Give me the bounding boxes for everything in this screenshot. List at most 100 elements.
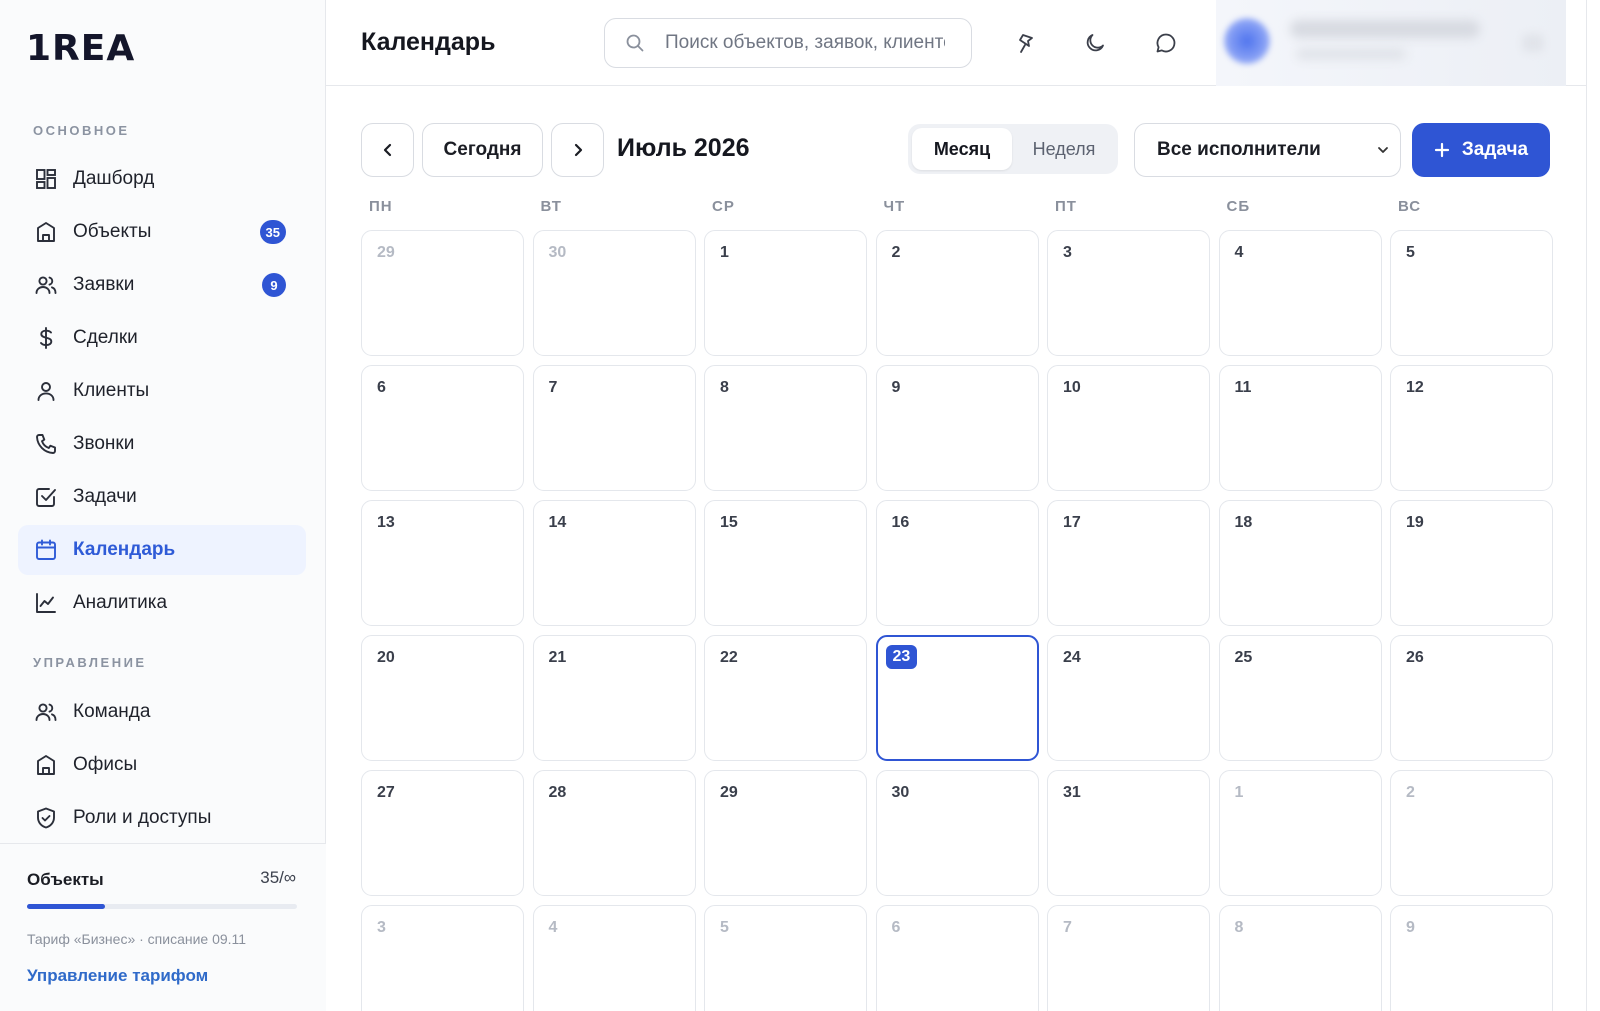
day-cell[interactable]: 28 (532, 770, 696, 896)
sidebar-item-admin-1[interactable]: Офисы (18, 740, 306, 790)
day-number: 31 (1063, 784, 1081, 801)
moon-icon[interactable] (1082, 30, 1108, 56)
day-cell[interactable]: 30 (532, 230, 696, 356)
day-cell[interactable]: 18 (1218, 500, 1382, 626)
count-badge: 9 (262, 273, 286, 297)
day-number: 26 (1406, 649, 1424, 666)
day-cell[interactable]: 31 (1047, 770, 1210, 896)
calendar-main: Сегодня Июль 2026 Месяц Неделя Все испол… (326, 86, 1586, 1011)
manage-plan-link[interactable]: Управление тарифом (27, 966, 208, 986)
day-cell[interactable]: 12 (1390, 365, 1553, 491)
day-cell[interactable]: 3 (1047, 230, 1210, 356)
day-number: 5 (720, 919, 729, 936)
page-title: Календарь (361, 28, 496, 56)
sidebar-item-label: Клиенты (73, 380, 150, 401)
sidebar-item-main-7[interactable]: Календарь (18, 525, 306, 575)
user-role-redacted (1296, 48, 1406, 60)
day-cell[interactable]: 8 (704, 365, 867, 491)
checkbox-icon (33, 484, 59, 510)
sidebar-item-main-3[interactable]: Сделки (18, 313, 306, 363)
day-cell[interactable]: 19 (1390, 500, 1553, 626)
building-icon (33, 219, 59, 245)
day-cell[interactable]: 10 (1047, 365, 1210, 491)
day-cell[interactable]: 6 (361, 365, 524, 491)
day-cell[interactable]: 29 (704, 770, 867, 896)
prev-month-button[interactable] (361, 123, 414, 177)
sidebar-item-main-2[interactable]: Заявки 9 (18, 260, 306, 310)
day-cell[interactable]: 4 (1218, 230, 1382, 356)
day-cell-today[interactable]: 23 (875, 635, 1039, 761)
pin-icon[interactable] (1012, 30, 1038, 56)
sidebar-item-main-6[interactable]: Задачи (18, 472, 306, 522)
day-cell[interactable]: 2 (875, 230, 1039, 356)
view-option-month[interactable]: Месяц (912, 128, 1012, 170)
day-cell[interactable]: 17 (1047, 500, 1210, 626)
sidebar-item-main-1[interactable]: Объекты 35 (18, 207, 306, 257)
day-cell[interactable]: 16 (875, 500, 1039, 626)
assignee-filter-value: Все исполнители (1157, 139, 1321, 160)
day-cell[interactable]: 9 (1390, 905, 1553, 1011)
day-number: 22 (720, 649, 738, 666)
user-menu[interactable] (1216, 0, 1566, 86)
day-cell[interactable]: 8 (1218, 905, 1382, 1011)
day-cell[interactable]: 5 (704, 905, 867, 1011)
sidebar-item-admin-0[interactable]: Команда (18, 687, 306, 737)
day-number: 12 (1406, 379, 1424, 396)
day-cell[interactable]: 21 (532, 635, 696, 761)
app-logo[interactable]: 1REA (26, 28, 135, 69)
view-option-week[interactable]: Неделя (1012, 128, 1116, 170)
day-number: 29 (720, 784, 738, 801)
day-cell[interactable]: 11 (1218, 365, 1382, 491)
day-number: 30 (548, 244, 567, 261)
day-cell[interactable]: 7 (532, 365, 696, 491)
search-input[interactable] (665, 32, 945, 54)
day-cell[interactable]: 26 (1390, 635, 1553, 761)
sidebar-item-main-4[interactable]: Клиенты (18, 366, 306, 416)
day-cell[interactable]: 27 (361, 770, 524, 896)
day-cell[interactable]: 6 (875, 905, 1039, 1011)
day-number: 8 (1234, 919, 1244, 936)
day-cell[interactable]: 20 (361, 635, 524, 761)
dashboard-icon (33, 166, 59, 192)
day-number: 19 (1406, 514, 1424, 531)
assignee-filter-select[interactable]: Все исполнители (1134, 123, 1401, 177)
add-task-button[interactable]: Задача (1412, 123, 1550, 177)
weekday-label: ЧТ (883, 198, 906, 215)
day-number: 7 (548, 379, 558, 396)
weekday-label: СБ (1226, 198, 1251, 215)
day-number: 2 (1406, 784, 1415, 801)
chat-icon[interactable] (1153, 30, 1179, 56)
day-cell[interactable]: 30 (875, 770, 1039, 896)
day-number: 8 (720, 379, 729, 396)
page-scrollbar[interactable] (1586, 0, 1600, 1011)
day-cell[interactable]: 29 (361, 230, 524, 356)
sidebar-item-admin-2[interactable]: Роли и доступы (18, 793, 306, 843)
section-label-admin: УПРАВЛЕНИЕ (33, 655, 147, 670)
search-box[interactable] (604, 18, 972, 68)
sidebar-nav-main: Дашборд Объекты 35 Заявки 9 Сделки Клиенты Звон… (18, 154, 306, 631)
sidebar-item-main-0[interactable]: Дашборд (18, 154, 306, 204)
section-label-main: ОСНОВНОЕ (33, 123, 130, 138)
day-number: 28 (548, 784, 567, 801)
day-cell[interactable]: 9 (875, 365, 1039, 491)
day-cell[interactable]: 1 (1218, 770, 1382, 896)
day-cell[interactable]: 13 (361, 500, 524, 626)
today-button[interactable]: Сегодня (422, 123, 543, 177)
day-cell[interactable]: 4 (532, 905, 696, 1011)
sidebar-item-main-5[interactable]: Звонки (18, 419, 306, 469)
day-cell[interactable]: 25 (1218, 635, 1382, 761)
day-cell[interactable]: 7 (1047, 905, 1210, 1011)
sidebar-item-main-8[interactable]: Аналитика (18, 578, 306, 628)
day-cell[interactable]: 2 (1390, 770, 1553, 896)
day-cell[interactable]: 15 (704, 500, 867, 626)
day-number: 6 (377, 379, 386, 396)
next-month-button[interactable] (551, 123, 604, 177)
day-cell[interactable]: 24 (1047, 635, 1210, 761)
user-menu-chevron-icon (1522, 34, 1544, 52)
day-cell[interactable]: 3 (361, 905, 524, 1011)
day-cell[interactable]: 1 (704, 230, 867, 356)
day-cell[interactable]: 22 (704, 635, 867, 761)
day-cell[interactable]: 5 (1390, 230, 1553, 356)
users-icon (33, 699, 59, 725)
day-cell[interactable]: 14 (532, 500, 696, 626)
